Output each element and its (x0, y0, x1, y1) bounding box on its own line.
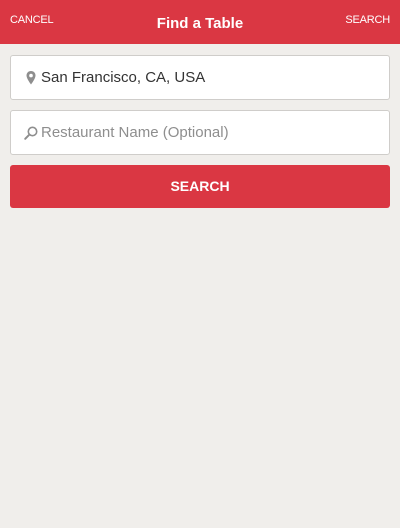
page-title: Find a Table (156, 15, 244, 32)
header-search-button[interactable]: SEARCH (345, 0, 390, 42)
restaurant-field[interactable] (10, 110, 390, 155)
map-pin-icon (23, 70, 39, 86)
location-input[interactable] (41, 56, 381, 99)
top-bar: CANCEL Find a Table SEARCH (0, 0, 400, 44)
search-button[interactable]: SEARCH (10, 165, 390, 208)
restaurant-name-input[interactable] (41, 111, 381, 154)
location-field[interactable] (10, 55, 390, 100)
search-icon (23, 125, 39, 141)
